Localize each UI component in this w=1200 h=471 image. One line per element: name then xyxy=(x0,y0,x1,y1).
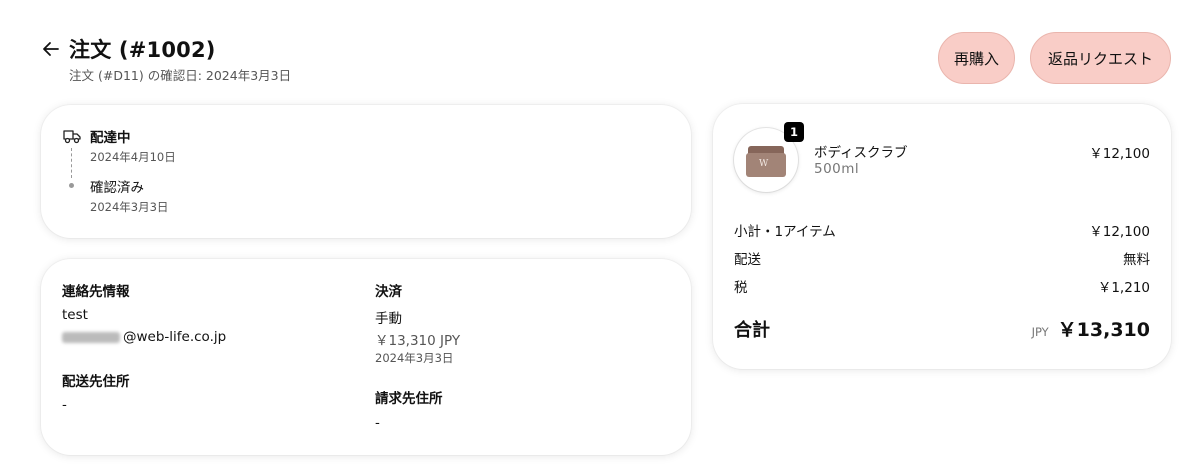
contact-email: @web-life.co.jp xyxy=(62,329,226,345)
billing-address-value: - xyxy=(375,415,380,431)
timeline-dot xyxy=(69,183,74,188)
reorder-button[interactable]: 再購入 xyxy=(938,32,1015,84)
billing-address-title: 請求先住所 xyxy=(375,391,443,407)
status-card: 配達中 2024年4月10日 確認済み 2024年3月3日 xyxy=(41,105,691,238)
truck-icon xyxy=(63,130,81,144)
payment-amount: ￥13,310 JPY xyxy=(375,333,461,349)
page-subtitle: 注文 (#D11) の確認日: 2024年3月3日 xyxy=(69,68,292,83)
product-logo: W xyxy=(759,159,769,169)
shipping-address-title: 配送先住所 xyxy=(62,374,130,390)
status-previous-label: 確認済み xyxy=(90,180,144,196)
timeline-connector xyxy=(71,148,72,178)
total-label: 合計 xyxy=(734,320,770,341)
header-actions: 再購入 返品リクエスト xyxy=(938,32,1171,84)
payment-title: 決済 xyxy=(375,284,402,300)
product-variant: 500ml xyxy=(814,161,860,177)
status-previous-date: 2024年3月3日 xyxy=(90,200,169,214)
shipping-address-value: - xyxy=(62,397,67,413)
subtotal-value: ￥12,100 xyxy=(1089,224,1150,240)
status-current-label: 配達中 xyxy=(90,130,131,146)
shipping-value: 無料 xyxy=(1123,252,1150,268)
tax-label: 税 xyxy=(734,280,748,296)
total-currency: JPY xyxy=(1031,325,1049,339)
status-current-date: 2024年4月10日 xyxy=(90,150,176,164)
total-value: ￥13,310 xyxy=(1057,319,1150,341)
order-summary-card: W 1 ボディスクラブ 500ml ￥12,100 小計・1アイテム ￥12,1… xyxy=(713,104,1171,369)
shipping-label: 配送 xyxy=(734,252,761,268)
contact-name: test xyxy=(62,307,88,323)
contact-title: 連絡先情報 xyxy=(62,284,130,300)
return-request-button[interactable]: 返品リクエスト xyxy=(1030,32,1171,84)
subtotal-label: 小計・1アイテム xyxy=(734,224,836,240)
contact-email-domain: @web-life.co.jp xyxy=(123,329,227,345)
total-amount-group: JPY ￥13,310 xyxy=(1032,315,1150,342)
order-info-card: 連絡先情報 test @web-life.co.jp 配送先住所 - 決済 手動… xyxy=(41,259,691,455)
product-name: ボディスクラブ xyxy=(814,145,908,161)
product-price: ￥12,100 xyxy=(1089,146,1150,162)
page-title: 注文 (#1002) xyxy=(69,38,216,62)
payment-date: 2024年3月3日 xyxy=(375,351,454,365)
redacted-email-prefix xyxy=(62,331,120,343)
back-arrow-icon[interactable] xyxy=(40,38,62,60)
payment-method: 手動 xyxy=(375,311,402,327)
quantity-badge: 1 xyxy=(784,122,804,142)
tax-value: ￥1,210 xyxy=(1097,280,1150,296)
